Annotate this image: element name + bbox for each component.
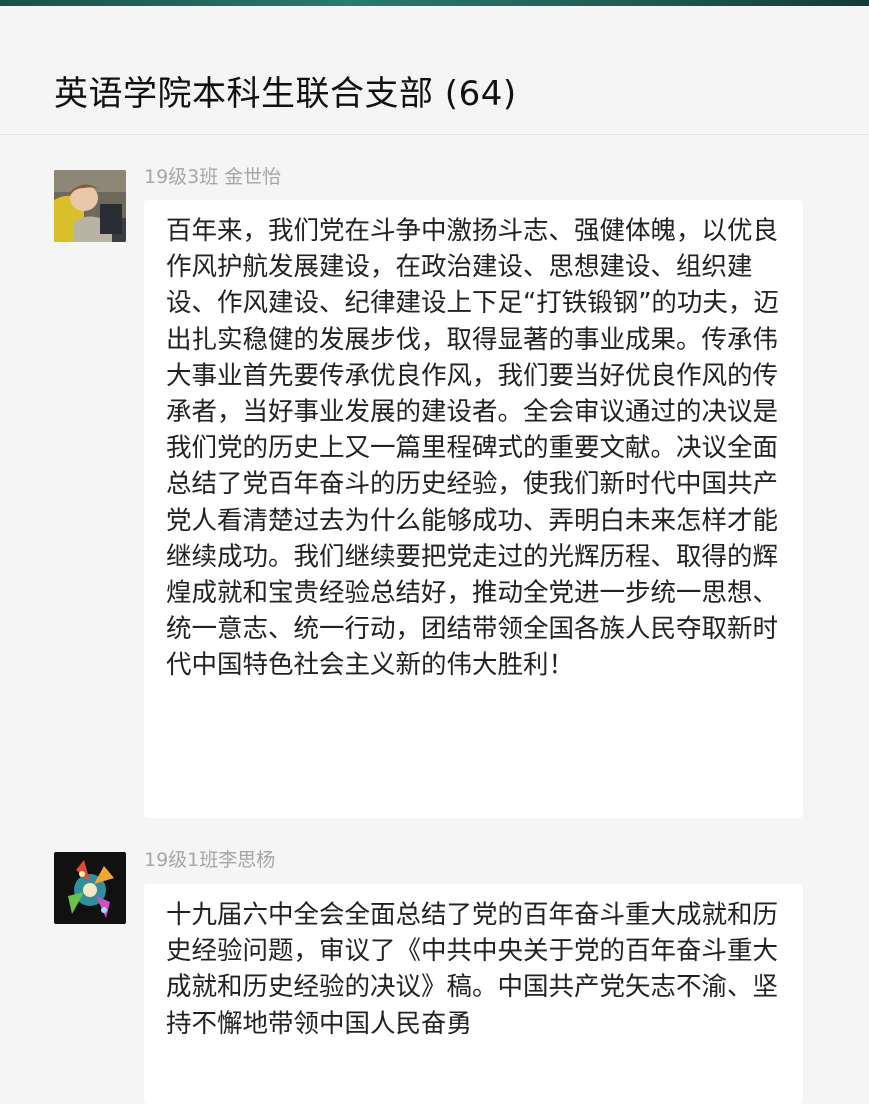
message-bubble[interactable]: 百年来，我们党在斗争中激扬斗志、强健体魄，以优良作风护航发展建设，在政治建设、思… — [144, 200, 803, 818]
message-bubble[interactable]: 十九届六中全会全面总结了党的百年奋斗重大成就和历史经验问题，审议了《中共中央关于… — [144, 884, 803, 1104]
user-photo-avatar-icon — [54, 170, 126, 242]
chat-header: 英语学院本科生联合支部 (64) — [0, 6, 869, 135]
sender-avatar[interactable] — [54, 170, 126, 242]
sender-name: 19级1班李思杨 — [144, 849, 276, 871]
message-text: 百年来，我们党在斗争中激扬斗志、强健体魄，以优良作风护航发展建设，在政治建设、思… — [166, 216, 779, 681]
colorful-art-avatar-icon — [54, 852, 126, 924]
group-chat-title: 英语学院本科生联合支部 (64) — [54, 74, 517, 114]
sender-name: 19级3班 金世怡 — [144, 166, 282, 188]
message-text: 十九届六中全会全面总结了党的百年奋斗重大成就和历史经验问题，审议了《中共中央关于… — [166, 900, 779, 1039]
sender-avatar[interactable] — [54, 852, 126, 924]
